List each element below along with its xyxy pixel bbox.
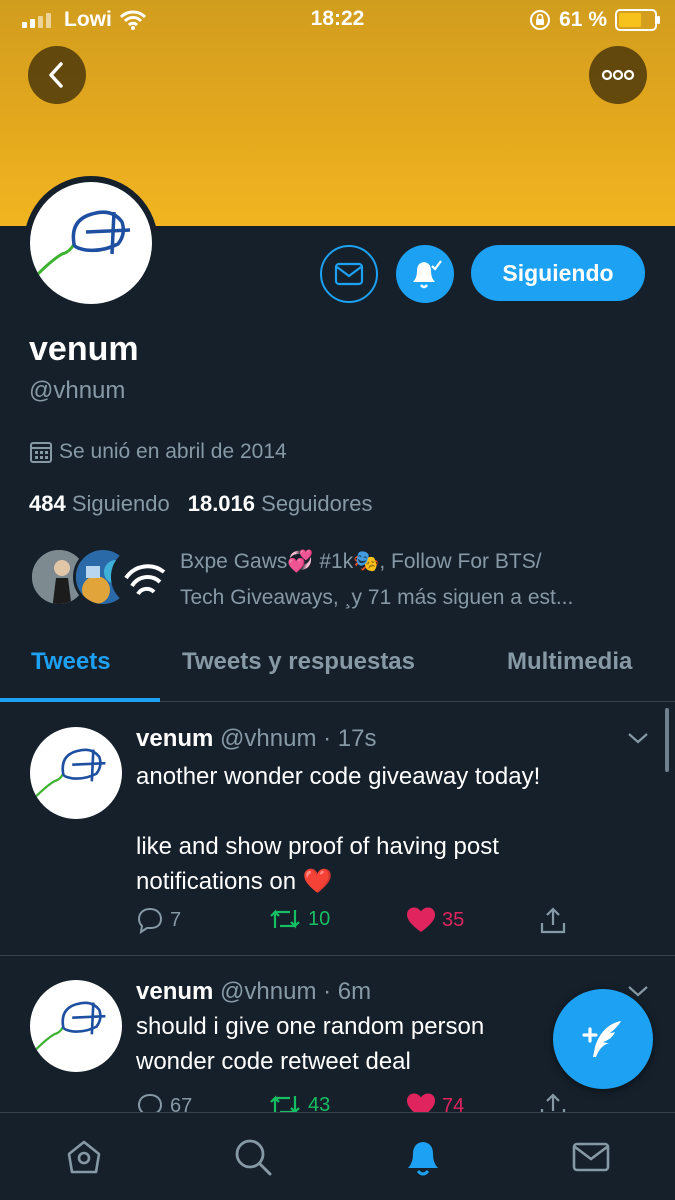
share-button[interactable]: [538, 906, 568, 936]
more-options-button[interactable]: [589, 46, 647, 104]
status-bar: Lowi 18:22 61 %: [0, 0, 675, 38]
battery-percent: 61 %: [559, 8, 607, 31]
share-icon: [540, 907, 566, 934]
tweet-text-line: notifications on ❤️: [136, 868, 333, 895]
tweet-author-name: venum: [136, 725, 214, 752]
tab-active-indicator: [0, 698, 160, 702]
following-count-link[interactable]: 484 Siguiendo: [29, 491, 170, 517]
tab-tweets[interactable]: Tweets: [31, 648, 111, 676]
avatar-logo: [35, 1001, 106, 1051]
following-button[interactable]: Siguiendo: [471, 245, 645, 301]
reply-icon: [137, 907, 163, 934]
avatar-logo: [36, 210, 131, 276]
tweet-author-handle: @vhnum: [220, 725, 317, 752]
known-followers-line2: Tech Giveaways, ¸y 71 más siguen a est..…: [180, 586, 574, 609]
share-button[interactable]: [538, 1092, 568, 1112]
tweet-text: another wonder code giveaway today! like…: [136, 759, 636, 899]
reply-count: 67: [170, 1094, 193, 1113]
notifications-toggle-button[interactable]: [396, 245, 454, 303]
nav-home[interactable]: [62, 1135, 106, 1179]
envelope-icon: [572, 1142, 610, 1172]
like-button[interactable]: 74: [406, 1092, 464, 1112]
chevron-down-icon[interactable]: [627, 984, 649, 998]
retweet-button[interactable]: 10: [268, 906, 330, 932]
tab-media[interactable]: Multimedia: [507, 648, 632, 676]
tweet-actions: 67 43 74: [136, 1092, 576, 1112]
scrollbar[interactable]: [665, 708, 669, 772]
nav-messages[interactable]: [569, 1135, 613, 1179]
profile-tabs: Tweets Tweets y respuestas Multimedia: [0, 640, 675, 702]
follow-counts: 484 Siguiendo 18.016 Seguidores: [29, 491, 372, 517]
compose-tweet-icon: [582, 1021, 621, 1057]
reply-icon: [137, 1093, 163, 1112]
profile-handle: @vhnum: [29, 377, 126, 404]
tweet-author-handle: @vhnum: [220, 978, 317, 1005]
heart-icon: [407, 907, 435, 932]
following-count: 484: [29, 491, 66, 516]
tweet-avatar[interactable]: [30, 727, 122, 819]
joined-text: Se unió en abril de 2014: [59, 440, 287, 463]
tweet-time: · 17s: [323, 725, 377, 752]
followers-count: 18.016: [187, 491, 256, 516]
rotation-lock-icon: [530, 10, 551, 30]
tweet-text-line: like and show proof of having post: [136, 833, 499, 860]
reply-button[interactable]: 7: [136, 906, 181, 934]
compose-tweet-button[interactable]: [553, 989, 653, 1089]
retweet-count: 43: [308, 1093, 331, 1113]
tweet-author-name: venum: [136, 978, 214, 1005]
search-icon: [235, 1139, 272, 1176]
envelope-icon: [334, 262, 364, 286]
tweet-text-line: another wonder code giveaway today!: [136, 763, 541, 790]
back-arrow-icon: [49, 62, 63, 88]
bell-icon: [408, 1142, 438, 1176]
followers-label: Seguidores: [261, 491, 373, 516]
back-button[interactable]: [28, 46, 86, 104]
bottom-tab-bar: [0, 1112, 675, 1200]
known-followers-line1: Bxpe Gaws💞 #1k🎭, Follow For BTS/: [180, 550, 542, 573]
nav-notifications[interactable]: [401, 1135, 445, 1179]
following-label: Siguiendo: [71, 491, 170, 516]
avatar-logo: [35, 748, 106, 798]
retweet-icon: [270, 909, 300, 929]
reply-button[interactable]: 67: [136, 1092, 192, 1112]
like-button[interactable]: 35: [406, 906, 464, 934]
message-button[interactable]: [320, 245, 378, 303]
followers-count-link[interactable]: 18.016 Seguidores: [188, 491, 373, 517]
known-followers-text[interactable]: Bxpe Gaws💞 #1k🎭, Follow For BTS/ Tech Gi…: [180, 544, 660, 616]
status-right: 61 %: [529, 8, 661, 32]
profile-name: venum: [29, 330, 139, 368]
home-icon: [67, 1140, 101, 1174]
retweet-icon: [270, 1095, 300, 1112]
tweet-avatar[interactable]: [30, 980, 122, 1072]
profile-avatar[interactable]: [24, 176, 158, 310]
follower-avatar: [111, 547, 171, 607]
reply-count: 7: [170, 908, 182, 931]
tweet-actions: 7 10 35: [136, 906, 576, 940]
joined-date: Se unió en abril de 2014: [29, 440, 287, 464]
share-icon: [540, 1093, 566, 1112]
like-count: 35: [442, 908, 465, 931]
tab-tweets-replies[interactable]: Tweets y respuestas: [182, 648, 415, 676]
bell-icon: [413, 260, 442, 289]
heart-icon: [407, 1093, 435, 1112]
more-options-icon: [601, 69, 635, 81]
battery-icon: [615, 9, 660, 31]
retweet-count: 10: [308, 907, 331, 930]
nav-search[interactable]: [231, 1135, 275, 1179]
retweet-button[interactable]: 43: [268, 1092, 330, 1112]
tweet-time: · 6m: [323, 978, 372, 1005]
tweet-item[interactable]: venum @vhnum · 17s another wonder code g…: [0, 703, 675, 955]
chevron-down-icon[interactable]: [627, 731, 649, 745]
tweet-header: venum @vhnum · 17s: [136, 725, 376, 753]
calendar-icon: [30, 442, 52, 463]
tweet-header: venum @vhnum · 6m: [136, 978, 371, 1006]
like-count: 74: [442, 1094, 465, 1113]
